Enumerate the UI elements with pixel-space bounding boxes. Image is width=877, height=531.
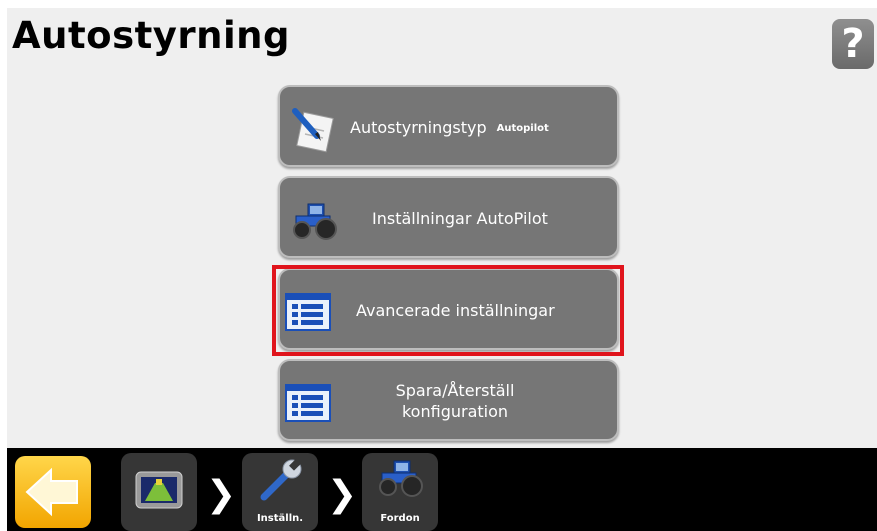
page-title: Autostyrning	[12, 14, 291, 57]
breadcrumb-separator-icon: ❯	[206, 474, 237, 515]
autosteer-type-button[interactable]: Autostyrningstyp Autopilot	[278, 85, 619, 167]
notepad-pencil-icon	[292, 108, 334, 153]
screen: Autostyrning ? Autostyrningstyp Autopilot…	[0, 0, 877, 531]
display-icon	[135, 471, 183, 509]
save-restore-config-button[interactable]: Spara/Återställ konfiguration	[278, 359, 619, 441]
autopilot-settings-button[interactable]: Inställningar AutoPilot	[278, 176, 619, 258]
autosteer-type-label: Autostyrningstyp Autopilot	[350, 118, 549, 137]
breadcrumb-home[interactable]	[121, 453, 197, 531]
back-button[interactable]	[15, 456, 91, 528]
breadcrumb-vehicle-label: Fordon	[380, 513, 420, 524]
help-button[interactable]: ?	[832, 19, 874, 69]
selection-highlight	[272, 265, 624, 356]
autosteer-type-value: Autopilot	[496, 123, 549, 134]
back-arrow-icon	[25, 467, 78, 517]
autopilot-settings-label: Inställningar AutoPilot	[372, 209, 548, 228]
tractor-icon	[379, 460, 423, 497]
wrench-icon	[260, 458, 302, 501]
breadcrumb-settings[interactable]: Inställn.	[242, 453, 318, 531]
breadcrumb-vehicle[interactable]: Fordon	[362, 453, 438, 531]
save-restore-config-label: Spara/Återställ konfiguration	[395, 381, 515, 421]
tractor-icon	[293, 203, 337, 240]
breadcrumb-settings-label: Inställn.	[256, 513, 304, 524]
list-icon	[285, 384, 331, 422]
breadcrumb-separator-icon: ❯	[327, 474, 358, 515]
